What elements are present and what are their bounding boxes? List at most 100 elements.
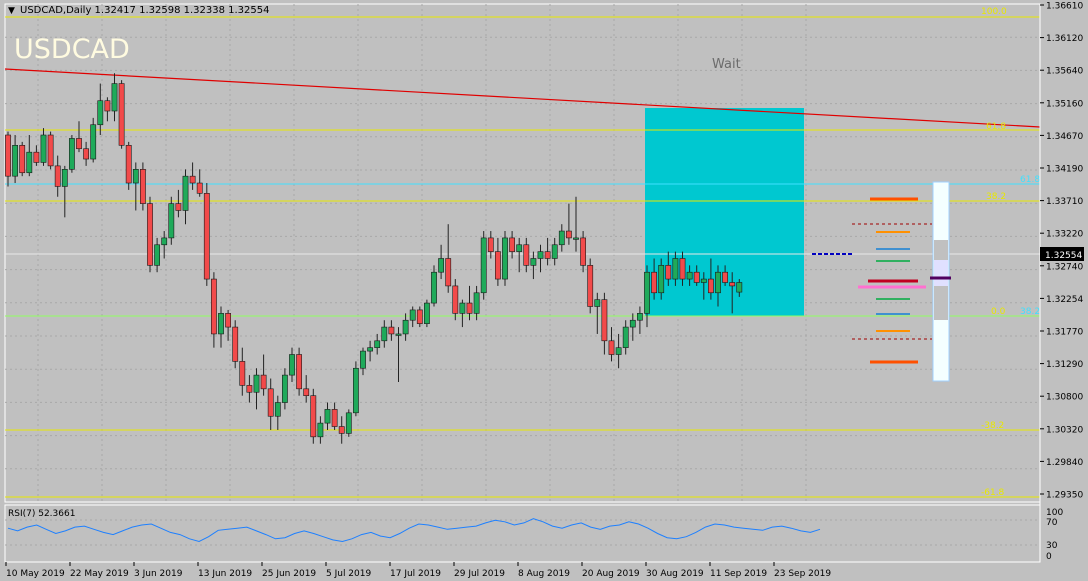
candle-bear xyxy=(494,251,501,280)
candle-bull xyxy=(367,347,373,352)
candle-bull xyxy=(672,258,679,280)
candle-bull xyxy=(629,319,636,328)
time-tick: 11 Sep 2019 xyxy=(710,569,767,579)
time-tick: 25 Jun 2019 xyxy=(262,569,316,579)
candle-bull xyxy=(381,326,388,342)
time-tick: 17 Jul 2019 xyxy=(390,569,441,579)
symbol-info: USDCAD,Daily 1.32417 1.32598 1.32338 1.3… xyxy=(20,5,270,16)
candle-bear xyxy=(331,409,338,427)
candle-bear xyxy=(509,237,515,252)
candle-bull xyxy=(360,350,366,369)
candle-bear xyxy=(267,388,274,417)
rsi-title: RSI(7) 52.3661 xyxy=(8,509,75,519)
candle-bull xyxy=(132,169,139,184)
candle-bull xyxy=(700,278,707,283)
candle-bear xyxy=(125,145,132,184)
time-tick: 10 May 2019 xyxy=(6,569,65,579)
candle-bull xyxy=(12,145,18,177)
candle-bull xyxy=(622,326,629,348)
fib-label-100: 100.0 xyxy=(981,7,1007,17)
candle-bear xyxy=(580,237,586,266)
candle-bull xyxy=(274,402,281,417)
candle-bull xyxy=(352,367,359,414)
rsi-panel-frame xyxy=(4,504,1041,563)
candle-bull xyxy=(558,230,565,246)
candle-bear xyxy=(651,271,657,294)
candle-bull xyxy=(423,302,430,324)
candle-bull xyxy=(715,271,721,294)
candle-bear xyxy=(608,340,615,355)
candle-bull xyxy=(409,309,416,321)
rsi-tick: 0 xyxy=(1046,552,1052,562)
candle-bear xyxy=(104,100,111,112)
candle-bull xyxy=(289,354,295,376)
candle-bull xyxy=(431,271,437,304)
candle-bear xyxy=(19,145,26,174)
candle-bear xyxy=(707,278,714,294)
candle-bull xyxy=(97,100,104,126)
price-tick: 1.30320 xyxy=(1046,425,1083,435)
candle-bear xyxy=(452,285,459,314)
price-tick: 1.32254 xyxy=(1046,295,1083,305)
price-tick: 1.30800 xyxy=(1046,393,1083,403)
candle-bull xyxy=(69,138,75,170)
candle-bear xyxy=(47,134,54,167)
candle-bear xyxy=(225,313,231,328)
candle-bear xyxy=(303,388,310,396)
candle-bear xyxy=(722,271,728,283)
price-tick: 1.31290 xyxy=(1046,360,1083,370)
candle-bull xyxy=(658,265,665,294)
candle-bull xyxy=(161,237,168,246)
menu-dropdown-icon[interactable]: ▼ xyxy=(8,6,15,16)
candle-bull xyxy=(530,258,537,266)
fib-label-minus-38-2: -38.2 xyxy=(981,421,1004,431)
probability-bar xyxy=(930,181,951,382)
candle-bear xyxy=(140,169,146,204)
candle-bull xyxy=(253,374,260,393)
candle-bull xyxy=(154,244,160,266)
candle-bull xyxy=(573,237,579,240)
candle-bear xyxy=(54,165,61,187)
candle-bull xyxy=(438,258,444,273)
candle-bear xyxy=(388,326,395,335)
chart-window: ▼ USDCAD,Daily 1.32417 1.32598 1.32338 1… xyxy=(0,0,1088,581)
price-tick: 1.32740 xyxy=(1046,262,1083,272)
candle-bull xyxy=(111,83,118,112)
signal-status: Wait xyxy=(712,57,741,72)
candle-bear xyxy=(523,244,530,266)
candle-bull xyxy=(281,374,288,403)
candle-bear xyxy=(189,175,196,184)
candle-bull xyxy=(40,134,47,163)
candle-bull xyxy=(324,409,331,424)
candle-bull xyxy=(218,313,224,335)
price-tick: 1.33710 xyxy=(1046,197,1083,207)
candle-bull xyxy=(26,151,33,174)
cyan-label-38-2: 38.2 xyxy=(1020,307,1040,317)
candle-bear xyxy=(296,354,302,390)
candle-bull xyxy=(537,251,544,259)
candle-bear xyxy=(147,203,153,266)
candle-bull xyxy=(516,244,523,252)
candle-bull xyxy=(182,175,189,211)
range-box-cyan[interactable] xyxy=(645,108,804,316)
candle-bear xyxy=(693,271,700,283)
candle-bear xyxy=(445,258,452,287)
candle-bull xyxy=(615,347,622,355)
price-tick: 1.34670 xyxy=(1046,132,1083,142)
current-price-badge: 1.32554 xyxy=(1040,247,1084,261)
candle-bear xyxy=(76,138,82,150)
candle-bear xyxy=(211,278,217,335)
candle-bull xyxy=(473,292,480,314)
time-tick: 22 May 2019 xyxy=(70,569,129,579)
cyan-label-61-8: 61.8 xyxy=(1020,175,1040,185)
candle-bear xyxy=(118,83,125,146)
fib-label-38-2: 38.2 xyxy=(986,192,1006,202)
candle-bull xyxy=(480,237,487,294)
price-tick: 1.29350 xyxy=(1046,491,1083,501)
candle-bull xyxy=(395,333,402,336)
price-tick: 1.34190 xyxy=(1046,165,1083,175)
candle-bear xyxy=(203,193,210,280)
price-chart-panel[interactable]: ▼ USDCAD,Daily 1.32417 1.32598 1.32338 1… xyxy=(0,0,1088,581)
candle-bear xyxy=(196,182,203,194)
price-tick: 1.35640 xyxy=(1046,67,1083,77)
